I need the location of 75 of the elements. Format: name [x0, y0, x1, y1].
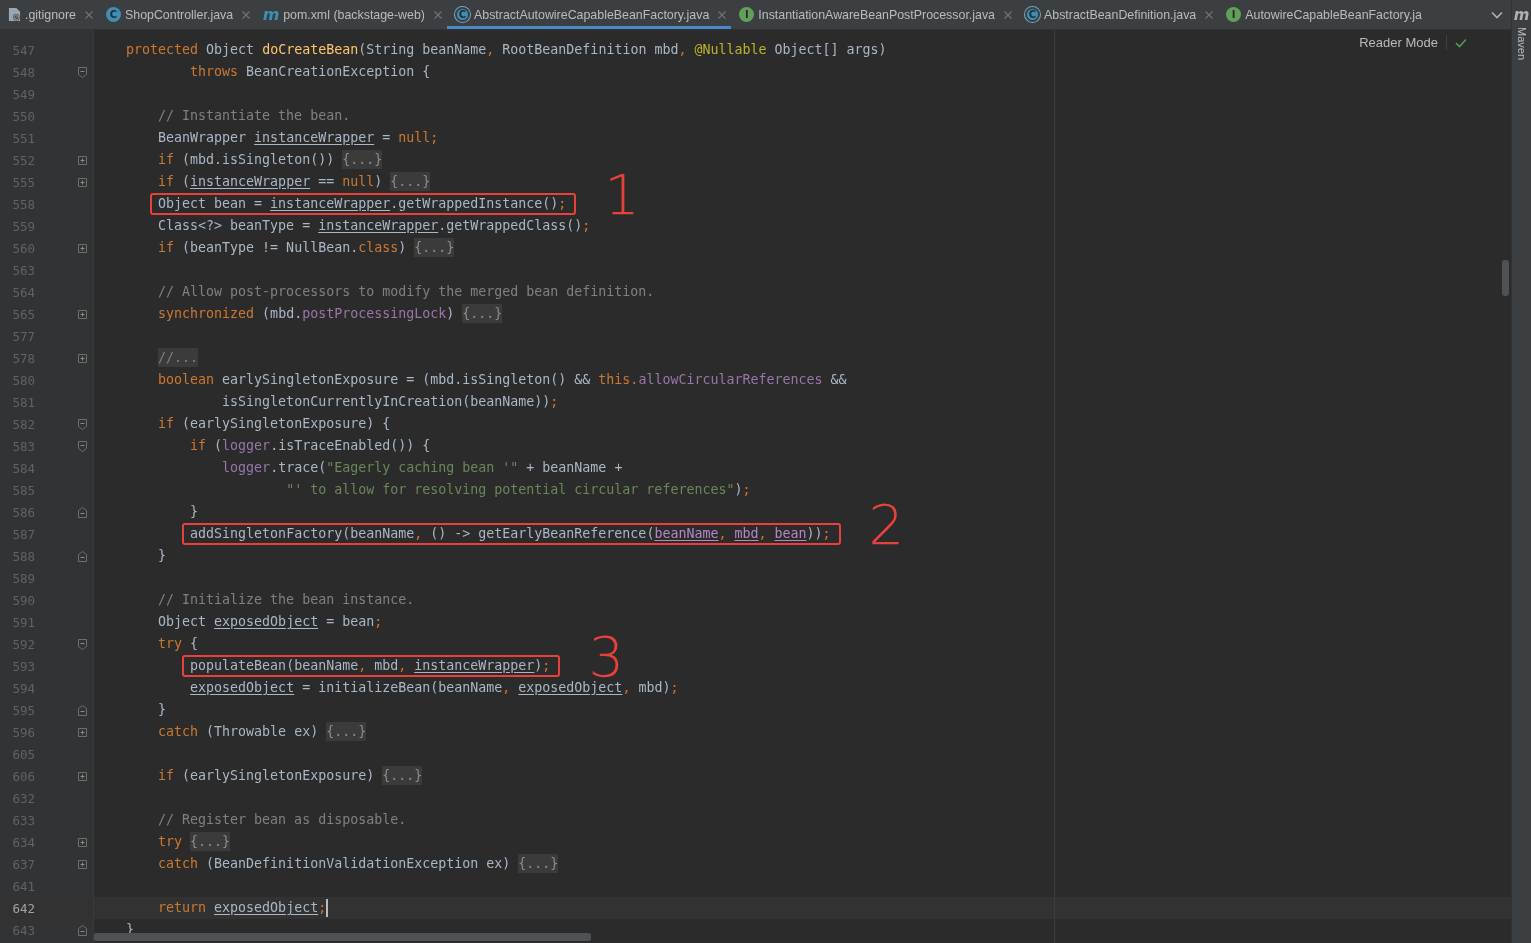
fold-close-icon[interactable] [78, 550, 87, 562]
code-line: // Initialize the bean instance. [158, 592, 415, 607]
fold-expand-icon[interactable] [78, 176, 87, 188]
fold-expand-icon[interactable] [78, 726, 87, 738]
code-line: if (logger.isTraceEnabled()) { [190, 438, 431, 453]
fold-expand-icon[interactable] [78, 352, 87, 364]
code-line: // Allow post-processors to modify the merged bean definition. [158, 284, 655, 299]
code-line: } [190, 504, 199, 519]
line-number: 642 [11, 900, 35, 916]
close-icon[interactable] [1205, 10, 1214, 19]
scrollbar-thumb[interactable] [94, 933, 591, 941]
code-line: catch (Throwable ex) {...} [158, 722, 367, 741]
editor-tab[interactable]: C ShopController.java [98, 0, 256, 29]
close-icon[interactable] [718, 10, 727, 19]
code-line: // Instantiate the bean. [158, 108, 351, 123]
text-cursor [326, 899, 329, 917]
abstract-class-icon: C [1025, 7, 1040, 22]
code-line: "' to allow for resolving potential circular references"); [286, 482, 751, 497]
code-line: logger.trace("Eagerly caching bean '" + beanName + [222, 460, 623, 475]
code-line: synchronized (mbd.postProcessingLock) {...} [158, 304, 503, 323]
editor-tab[interactable]: .gitignore [0, 0, 98, 29]
fold-expand-icon[interactable] [78, 154, 87, 166]
editor-tab[interactable]: I AutowireCapableBeanFactory.ja [1218, 0, 1427, 29]
fold-close-icon[interactable] [78, 704, 87, 716]
close-icon[interactable] [1004, 10, 1012, 19]
fold-expand-icon[interactable] [78, 770, 87, 782]
editor-tab[interactable]: I InstantiationAwareBeanPostProcessor.java [731, 0, 1017, 29]
fold-close-icon[interactable] [78, 924, 87, 936]
fold-open-icon[interactable] [78, 440, 87, 452]
code-line: try {...} [158, 832, 231, 851]
file-icon [8, 7, 21, 22]
reader-mode-link[interactable]: Reader Mode [1359, 35, 1447, 50]
fold-close-icon[interactable] [78, 506, 87, 518]
code-line: throws BeanCreationException { [190, 64, 431, 79]
callout-number: 1 [604, 167, 640, 223]
close-icon[interactable] [434, 10, 442, 19]
scrollbar-thumb[interactable] [1502, 260, 1509, 296]
code-line: if (earlySingletonExposure) {...} [158, 766, 423, 785]
fold-open-icon[interactable] [78, 66, 87, 78]
code-line: if (beanType != NullBean.class) {...} [158, 238, 455, 257]
check-icon [1455, 37, 1467, 48]
maven-icon: m [1513, 8, 1530, 23]
fold-expand-icon[interactable] [78, 836, 87, 848]
code-line: } [158, 548, 167, 563]
abstract-class-icon: C [455, 7, 470, 22]
fold-expand-icon[interactable] [78, 242, 87, 254]
close-icon[interactable] [85, 10, 93, 19]
callout-number: 2 [868, 497, 905, 553]
interface-icon: I [739, 7, 755, 22]
code-line: } [158, 702, 167, 717]
tool-window-button[interactable]: Maven [1515, 27, 1528, 61]
fold-expand-icon[interactable] [78, 858, 87, 870]
code-line: Object exposedObject = bean; [158, 614, 383, 629]
code-line: BeanWrapper instanceWrapper = null; [158, 130, 439, 145]
code-line: catch (BeanDefinitionValidationException ex) {...} [158, 854, 559, 873]
code-line: if (mbd.isSingleton()) {...} [158, 150, 383, 169]
code-line: Class<?> beanType = instanceWrapper.getWrappedClass(); [158, 218, 591, 233]
maven-icon: m [263, 7, 280, 22]
editor-tab[interactable]: C AbstractBeanDefinition.java [1017, 0, 1219, 29]
code-line: boolean earlySingletonExposure = (mbd.isSingleton() && this.allowCircularReferences && [158, 372, 847, 387]
code-line: isSingletonCurrentlyInCreation(beanName)); [222, 394, 559, 409]
close-icon[interactable] [242, 10, 251, 19]
code-line: if (instanceWrapper == null) {...} [158, 172, 431, 191]
interface-icon: I [1226, 7, 1242, 22]
code-line: protected Object doCreateBean(String beanName, RootBeanDefinition mbd, @Nullable Object[] args) [126, 42, 887, 57]
code-line: if (earlySingletonExposure) { [158, 416, 391, 431]
editor-tab[interactable]: m pom.xml (backstage-web) [255, 0, 447, 29]
fold-expand-icon[interactable] [78, 308, 87, 320]
code-line: try { [158, 636, 199, 651]
fold-open-icon[interactable] [78, 638, 87, 650]
class-icon: C [106, 7, 121, 22]
code-line: // Register bean as disposable. [158, 812, 407, 827]
fold-open-icon[interactable] [78, 418, 87, 430]
chevron-down-icon[interactable] [1491, 11, 1503, 19]
code-line: return exposedObject; [158, 900, 327, 915]
